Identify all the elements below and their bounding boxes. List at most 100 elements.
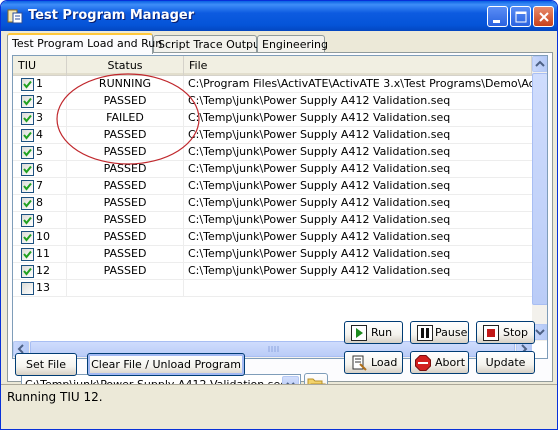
tiu-checkbox[interactable] [21, 248, 34, 261]
column-header-tiu[interactable]: TIU [13, 56, 67, 75]
window-title: Test Program Manager [28, 8, 195, 23]
pause-button[interactable]: Pause [410, 321, 469, 344]
table-row[interactable]: 4 PASSED C:\Temp\junk\Power Supply A412 Va… [13, 127, 532, 144]
file-cell: C:\Temp\junk\Power Supply A412 Validatio… [188, 247, 451, 260]
tiu-cell: 11 [13, 246, 67, 263]
table-row[interactable]: 3 FAILED C:\Temp\junk\Power Supply A412 Va… [13, 110, 532, 127]
table-row[interactable]: 13 [13, 280, 532, 297]
status-cell: PASSED [67, 229, 184, 246]
tiu-cell: 5 [13, 144, 67, 161]
tiu-checkbox[interactable] [21, 282, 34, 295]
load-button[interactable]: Load [344, 351, 403, 374]
tiu-number: 1 [36, 77, 43, 90]
tiu-number: 13 [36, 281, 50, 294]
table-row[interactable]: 12 PASSED C:\Temp\junk\Power Supply A412 V… [13, 263, 532, 280]
chevron-up-icon [535, 60, 545, 67]
file-cell: C:\Temp\junk\Power Supply A412 Validatio… [188, 264, 451, 277]
table-row[interactable]: 10 PASSED C:\Temp\junk\Power Supply A412 V… [13, 229, 532, 246]
tiu-checkbox[interactable] [21, 146, 34, 159]
tiu-checkbox[interactable] [21, 197, 34, 210]
tiu-checkbox[interactable] [21, 163, 34, 176]
tab-engineering[interactable]: Engineering [257, 35, 328, 53]
close-button[interactable] [533, 6, 554, 27]
clear-file-button[interactable]: Clear File / Unload Program [87, 353, 245, 376]
play-icon [351, 325, 367, 341]
tiu-number: 12 [36, 264, 50, 277]
file-cell [184, 280, 532, 297]
maximize-icon [515, 11, 527, 23]
table-row[interactable]: 2 PASSED C:\Temp\junk\Power Supply A412 Va… [13, 93, 532, 110]
abort-button[interactable]: Abort [410, 351, 469, 374]
file-cell: C:\Temp\junk\Power Supply A412 Validatio… [188, 196, 451, 209]
abort-label: Abort [435, 356, 466, 369]
file-cell: C:\Temp\junk\Power Supply A412 Validatio… [188, 111, 451, 124]
stop-button[interactable]: Stop [476, 321, 535, 344]
tiu-checkbox[interactable] [21, 231, 34, 244]
checkmark-icon [23, 216, 32, 225]
table-row[interactable]: 6 PASSED C:\Temp\junk\Power Supply A412 Va… [13, 161, 532, 178]
tab-script-trace-output[interactable]: Script Trace Output [153, 35, 264, 53]
column-header-status[interactable]: Status [67, 56, 184, 75]
tiu-cell: 2 [13, 93, 67, 110]
vertical-scrollbar[interactable] [532, 56, 547, 341]
pause-icon [417, 325, 433, 341]
close-icon [539, 12, 549, 22]
checkmark-icon [23, 80, 32, 89]
status-cell: PASSED [67, 178, 184, 195]
vertical-scroll-thumb[interactable] [532, 73, 547, 305]
tiu-number: 4 [36, 128, 43, 141]
tab-load-and-run[interactable]: Test Program Load and Run [7, 33, 162, 54]
file-cell: C:\Temp\junk\Power Supply A412 Validatio… [188, 179, 451, 192]
stop-label: Stop [503, 326, 529, 339]
tiu-checkbox[interactable] [21, 180, 34, 193]
file-cell: C:\Temp\junk\Power Supply A412 Validatio… [188, 162, 451, 175]
update-button[interactable]: Update [476, 351, 535, 374]
tiu-checkbox[interactable] [21, 214, 34, 227]
table-row[interactable]: 5 PASSED C:\Temp\junk\Power Supply A412 Va… [13, 144, 532, 161]
maximize-button[interactable] [510, 6, 531, 27]
checkmark-icon [23, 131, 32, 140]
tiu-checkbox[interactable] [21, 265, 34, 278]
title-bar[interactable]: Test Program Manager [1, 1, 557, 31]
load-label: Load [371, 356, 398, 369]
file-cell: C:\Program Files\ActivATE\ActivATE 3.x\T… [188, 77, 532, 90]
table-row[interactable]: 8 PASSED C:\Temp\junk\Power Supply A412 Va… [13, 195, 532, 212]
grid-header: TIU Status File [13, 56, 532, 76]
tiu-cell: 1 [13, 76, 67, 93]
minimize-button[interactable] [487, 6, 508, 27]
status-bar: Running TIU 12. [1, 384, 557, 429]
tab-strip: Test Program Load and Run Script Trace O… [7, 33, 553, 54]
table-row[interactable]: 1 RUNNING C:\Program Files\ActivATE\ActivA… [13, 76, 532, 93]
tiu-cell: 6 [13, 161, 67, 178]
tiu-checkbox[interactable] [21, 95, 34, 108]
checkmark-icon [23, 182, 32, 191]
scroll-up-button[interactable] [532, 56, 547, 72]
status-cell: PASSED [67, 93, 184, 110]
stop-icon [483, 325, 499, 341]
tiu-number: 9 [36, 213, 43, 226]
file-cell: C:\Temp\junk\Power Supply A412 Validatio… [188, 213, 451, 226]
set-file-button[interactable]: Set File [15, 353, 77, 376]
status-cell: PASSED [67, 195, 184, 212]
checkmark-icon [23, 233, 32, 242]
run-label: Run [371, 326, 393, 339]
run-button[interactable]: Run [344, 321, 403, 344]
tiu-checkbox[interactable] [21, 129, 34, 142]
tiu-grid: TIU Status File 1 RUNNING C:\Program Files… [12, 55, 548, 359]
status-cell: PASSED [67, 144, 184, 161]
tab-panel: TIU Status File 1 RUNNING C:\Program Files… [7, 52, 553, 395]
status-cell: PASSED [67, 263, 184, 280]
table-row[interactable]: 9 PASSED C:\Temp\junk\Power Supply A412 Va… [13, 212, 532, 229]
status-cell: PASSED [67, 127, 184, 144]
tiu-checkbox[interactable] [21, 112, 34, 125]
tiu-checkbox[interactable] [21, 78, 34, 91]
table-row[interactable]: 7 PASSED C:\Temp\junk\Power Supply A412 Va… [13, 178, 532, 195]
table-row[interactable]: 11 PASSED C:\Temp\junk\Power Supply A412 V… [13, 246, 532, 263]
file-cell: C:\Temp\junk\Power Supply A412 Validatio… [188, 145, 451, 158]
column-header-file[interactable]: File [184, 56, 532, 75]
chevron-down-icon [535, 329, 545, 336]
tiu-number: 11 [36, 247, 50, 260]
tiu-number: 8 [36, 196, 43, 209]
file-cell: C:\Temp\junk\Power Supply A412 Validatio… [188, 230, 451, 243]
checkmark-icon [23, 114, 32, 123]
